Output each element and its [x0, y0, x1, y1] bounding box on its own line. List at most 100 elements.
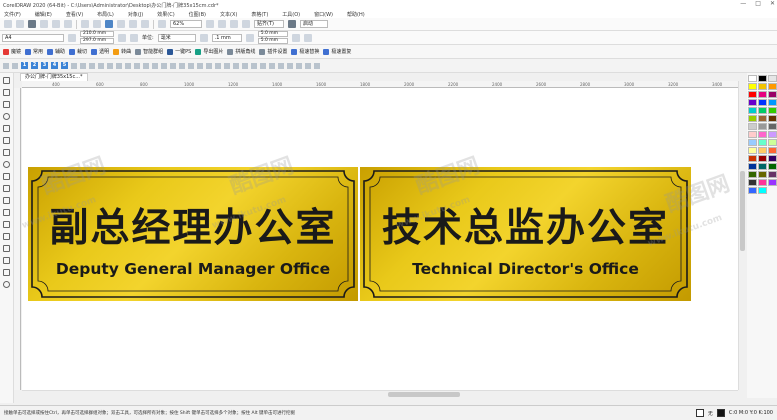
color-swatch[interactable]	[748, 155, 757, 162]
mirror-horizontal-icon[interactable]	[197, 62, 203, 69]
plugin-crop[interactable]: 裁切	[69, 48, 87, 55]
horizontal-ruler[interactable]: 400 600 800 1000 1200 1400 1600 1800 2000 2200 240…	[22, 81, 738, 88]
vertical-scrollbar[interactable]	[738, 81, 746, 390]
document-tab[interactable]: 办公门牌-门牌35x15c...*	[20, 73, 88, 81]
lock-icon[interactable]	[161, 62, 167, 69]
copy-icon[interactable]	[52, 20, 60, 28]
arrange-icon[interactable]	[71, 62, 77, 69]
menu-tools[interactable]: 工具(O)	[282, 11, 300, 18]
color-swatch[interactable]	[758, 99, 767, 106]
color-swatch[interactable]	[768, 75, 777, 82]
duplicate-x-input[interactable]: 5.0 mm	[257, 31, 288, 37]
color-swatch[interactable]	[748, 179, 757, 186]
freehand-tool-icon[interactable]	[3, 125, 10, 132]
color-swatch[interactable]	[758, 115, 767, 122]
redo-icon[interactable]	[93, 20, 101, 28]
color-swatch[interactable]	[768, 171, 777, 178]
color-swatch[interactable]	[748, 99, 757, 106]
color-swatch[interactable]	[758, 131, 767, 138]
plugin-settings[interactable]: 插件设置	[259, 48, 287, 55]
save-icon[interactable]	[28, 20, 36, 28]
color-swatch[interactable]	[748, 75, 757, 82]
envelope-icon[interactable]	[251, 62, 257, 69]
plugin-convert-curves[interactable]: 转曲	[113, 48, 131, 55]
color-swatch[interactable]	[758, 187, 767, 194]
color-swatch[interactable]	[768, 91, 777, 98]
shape-icon[interactable]	[12, 62, 18, 69]
rulers-icon[interactable]	[218, 20, 226, 28]
add-icon[interactable]	[303, 33, 312, 42]
menu-layout[interactable]: 布局(L)	[97, 11, 114, 18]
duplicate-y-input[interactable]: 5.0 mm	[257, 38, 288, 44]
color-swatch[interactable]	[768, 147, 777, 154]
pointer-icon[interactable]	[3, 62, 9, 69]
blend-icon[interactable]	[269, 62, 275, 69]
search-icon[interactable]	[105, 20, 113, 28]
color-swatch[interactable]	[768, 155, 777, 162]
chevron-right-icon[interactable]	[314, 62, 320, 69]
eyedropper-tool-icon[interactable]	[3, 245, 10, 252]
export-icon[interactable]	[129, 20, 137, 28]
text-icon[interactable]	[125, 62, 131, 69]
distribute-icon[interactable]	[89, 62, 95, 69]
pick-tool-icon[interactable]	[3, 77, 10, 84]
color-swatch[interactable]	[748, 147, 757, 154]
open-folder-icon[interactable]	[16, 20, 24, 28]
color-swatch[interactable]	[768, 99, 777, 106]
color-swatch[interactable]	[758, 83, 767, 90]
rotate-icon[interactable]	[215, 62, 221, 69]
menu-edit[interactable]: 编辑(E)	[35, 11, 52, 18]
plugin-common[interactable]: 常用	[25, 48, 43, 55]
break-apart-icon[interactable]	[188, 62, 194, 69]
outline-icon[interactable]	[224, 62, 230, 69]
color-swatch[interactable]	[748, 163, 757, 170]
crop-tool-icon[interactable]	[3, 101, 10, 108]
ellipse-tool-icon[interactable]	[3, 161, 10, 168]
unlock-icon[interactable]	[170, 62, 176, 69]
zoom-level-select[interactable]: 62%	[170, 20, 202, 28]
snap-to-select[interactable]: 贴齐(T)	[254, 20, 284, 28]
color-swatch[interactable]	[768, 131, 777, 138]
plugin-smart-group[interactable]: 智能群组	[135, 48, 163, 55]
plugin-transparency[interactable]: 透明	[91, 48, 109, 55]
color-swatch[interactable]	[768, 107, 777, 114]
units-select[interactable]: 毫米	[157, 33, 196, 42]
smart-fill-icon[interactable]	[3, 269, 10, 276]
grid-icon[interactable]	[230, 20, 238, 28]
page-button-5[interactable]: 5	[61, 62, 68, 69]
menu-window[interactable]: 窗口(W)	[314, 11, 333, 18]
barcode-icon[interactable]	[152, 62, 158, 69]
drawing-canvas[interactable]: 副总经理办公室 Deputy General Manager Office 技术…	[22, 88, 738, 390]
color-swatch[interactable]	[768, 115, 777, 122]
options-icon[interactable]	[291, 33, 300, 42]
trace-icon[interactable]	[296, 62, 302, 69]
fill-icon[interactable]	[233, 62, 239, 69]
trim-icon[interactable]	[107, 62, 113, 69]
color-swatch[interactable]	[758, 171, 767, 178]
page-button-2[interactable]: 2	[31, 62, 38, 69]
launch-select[interactable]: 启动	[300, 20, 328, 28]
color-swatch[interactable]	[758, 147, 767, 154]
shadow-icon[interactable]	[278, 62, 284, 69]
maximize-button[interactable]: □	[755, 0, 761, 7]
parallel-dimension-icon[interactable]	[3, 197, 10, 204]
color-swatch[interactable]	[748, 171, 757, 178]
page-button-4[interactable]: 4	[51, 62, 58, 69]
color-icon[interactable]	[143, 62, 149, 69]
color-swatch[interactable]	[758, 123, 767, 130]
pdf-icon[interactable]	[141, 20, 149, 28]
plugin-fast-duplicate[interactable]: 极速置复	[323, 48, 351, 55]
plugin-export-image[interactable]: 导出图片	[195, 48, 223, 55]
color-swatch[interactable]	[758, 163, 767, 170]
color-swatch[interactable]	[768, 139, 777, 146]
door-sign[interactable]: 副总经理办公室 Deputy General Manager Office	[28, 167, 358, 301]
door-sign[interactable]: 技术总监办公室 Technical Director's Office	[360, 167, 691, 301]
rectangle-tool-icon[interactable]	[3, 149, 10, 156]
polygon-tool-icon[interactable]	[3, 173, 10, 180]
drop-shadow-icon[interactable]	[3, 221, 10, 228]
bitmap-icon[interactable]	[287, 62, 293, 69]
horizontal-scrollbar[interactable]	[22, 390, 738, 398]
fill-swatch[interactable]	[695, 409, 704, 417]
color-swatch[interactable]	[748, 131, 757, 138]
combine-icon[interactable]	[179, 62, 185, 69]
